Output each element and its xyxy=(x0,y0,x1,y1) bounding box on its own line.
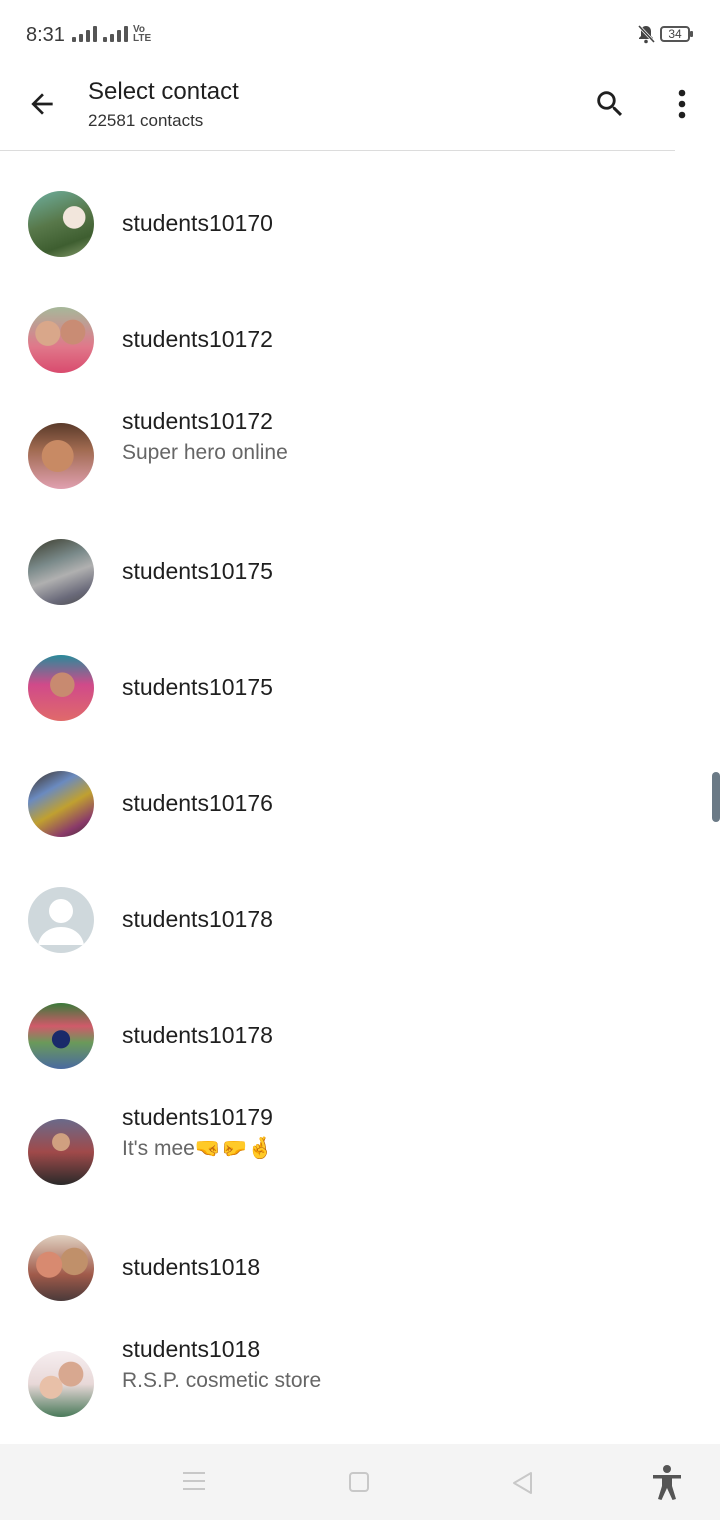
avatar xyxy=(28,1235,94,1301)
arrow-left-icon xyxy=(31,93,53,115)
contact-count: 22581 contacts xyxy=(88,111,204,130)
more-options-button[interactable] xyxy=(662,82,702,126)
signal-icon-2 xyxy=(103,26,128,42)
contact-status: Super hero online xyxy=(122,441,288,464)
contact-status: It's mee🤜🤛🤞 xyxy=(122,1137,274,1160)
app-bar: Select contact 22581 contacts xyxy=(0,70,720,150)
more-vert-icon xyxy=(678,89,686,119)
avatar xyxy=(28,307,94,373)
contact-list: students10170 students10172 students1017… xyxy=(0,166,720,1442)
contact-status: R.S.P. cosmetic store xyxy=(122,1369,322,1392)
contact-name: students10175 xyxy=(122,558,273,584)
contact-row[interactable]: students10179 It's mee🤜🤛🤞 xyxy=(0,1094,720,1210)
contact-name: students10170 xyxy=(122,210,273,236)
contact-row[interactable]: students1018 xyxy=(0,1210,720,1326)
signal-icon xyxy=(72,26,97,42)
contact-row[interactable]: students10170 xyxy=(0,166,720,282)
contact-row[interactable]: students10172 xyxy=(0,282,720,398)
avatar xyxy=(28,1003,94,1069)
home-square-icon[interactable] xyxy=(349,1472,369,1492)
avatar xyxy=(28,423,94,489)
contact-name: students10175 xyxy=(122,674,273,700)
contact-name: students10176 xyxy=(122,790,273,816)
contact-row[interactable]: students1018 R.S.P. cosmetic store xyxy=(0,1326,720,1442)
avatar xyxy=(28,539,94,605)
contact-name: students1018 xyxy=(122,1336,261,1362)
bell-off-icon xyxy=(636,24,656,49)
contact-name: students10179 xyxy=(122,1104,273,1130)
page-title: Select contact xyxy=(88,78,239,105)
avatar xyxy=(28,655,94,721)
contact-name: students1018 xyxy=(122,1254,261,1280)
avatar xyxy=(28,771,94,837)
scrollbar-thumb[interactable] xyxy=(712,772,720,822)
contact-name: students10178 xyxy=(122,906,273,932)
battery-icon: 34 xyxy=(660,26,693,42)
accessibility-icon[interactable] xyxy=(650,1464,684,1505)
avatar xyxy=(28,1351,94,1417)
contact-row[interactable]: students10175 xyxy=(0,630,720,746)
search-icon xyxy=(597,91,623,117)
default-avatar-icon xyxy=(28,887,94,953)
triangle-back-icon[interactable] xyxy=(510,1470,534,1501)
menu-icon[interactable] xyxy=(182,1470,206,1497)
status-bar: 8:31 Vo LTE 34 xyxy=(0,0,720,70)
contact-name: students10178 xyxy=(122,1022,273,1048)
avatar xyxy=(28,1119,94,1185)
avatar xyxy=(28,191,94,257)
status-time: 8:31 xyxy=(26,24,65,46)
app-bar-divider xyxy=(0,150,675,151)
contact-name: students10172 xyxy=(122,326,273,352)
contact-row[interactable]: students10178 xyxy=(0,978,720,1094)
contact-row[interactable]: students10176 xyxy=(0,746,720,862)
search-button[interactable] xyxy=(588,82,632,126)
contact-row[interactable]: students10178 xyxy=(0,862,720,978)
contact-row[interactable]: students10175 xyxy=(0,514,720,630)
volte-icon: Vo LTE xyxy=(133,24,152,44)
contact-name: students10172 xyxy=(122,408,273,434)
navigation-bar xyxy=(0,1444,720,1520)
contact-row[interactable]: students10172 Super hero online xyxy=(0,398,720,514)
back-button[interactable] xyxy=(22,84,62,124)
